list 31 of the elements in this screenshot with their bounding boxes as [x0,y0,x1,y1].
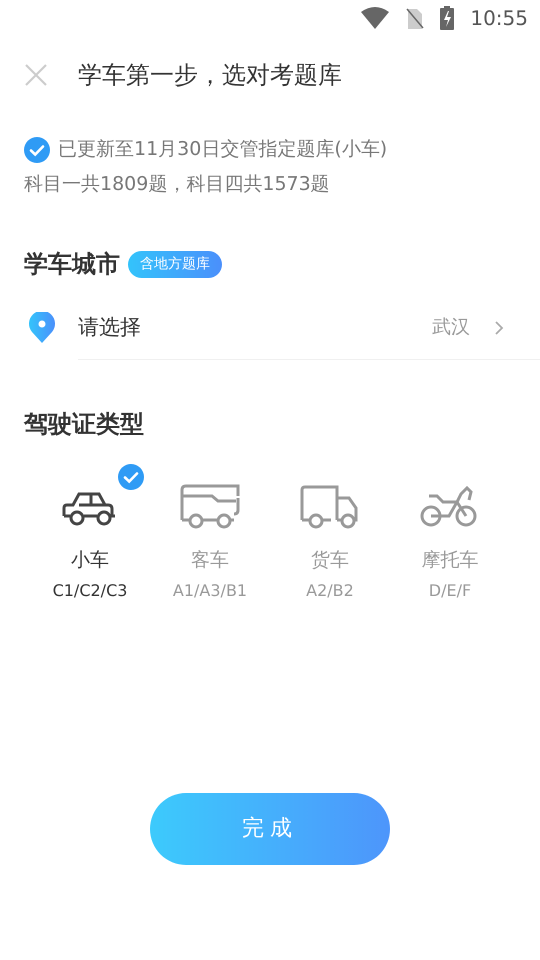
status-time: 10:55 [470,5,528,32]
city-select-row[interactable]: 请选择 武汉 [78,296,540,360]
bus-icon [178,482,242,530]
city-label: 请选择 [78,314,141,341]
section-heading: 驾驶证类型 [24,410,144,438]
close-button[interactable] [24,63,48,87]
vehicle-name: 摩托车 [422,548,478,573]
check-icon [118,464,144,490]
vehicle-type-option[interactable]: 摩托车 D/E/F [390,464,510,602]
vehicle-type-option[interactable]: 客车 A1/A3/B1 [150,464,270,602]
city-value: 武汉 [432,315,470,340]
question-count: 科目一共1809题，科目四共1573题 [24,172,331,197]
vehicle-name: 客车 [191,548,229,573]
no-sim-icon [406,7,424,29]
vehicle-name: 小车 [71,548,109,573]
update-notice: 已更新至11月30日交管指定题库(小车) [58,137,388,162]
done-button[interactable]: 完成 [150,792,390,864]
location-pin-icon [28,312,56,344]
local-bank-badge: 含地方题库 [128,250,222,278]
license-codes: A2/B2 [306,580,354,602]
battery-charging-icon [440,6,454,30]
vehicle-type-option[interactable]: 小车 C1/C2/C3 [30,464,150,602]
vehicle-type-option[interactable]: 货车 A2/B2 [270,464,390,602]
vehicle-name: 货车 [311,548,349,573]
page-title: 学车第一步，选对考题库 [78,60,342,91]
chevron-right-icon [494,320,504,336]
license-codes: C1/C2/C3 [52,580,128,602]
wifi-icon [360,7,390,29]
license-codes: D/E/F [428,580,472,602]
section-heading: 学车城市 [24,249,120,280]
license-codes: A1/A3/B1 [172,580,248,602]
